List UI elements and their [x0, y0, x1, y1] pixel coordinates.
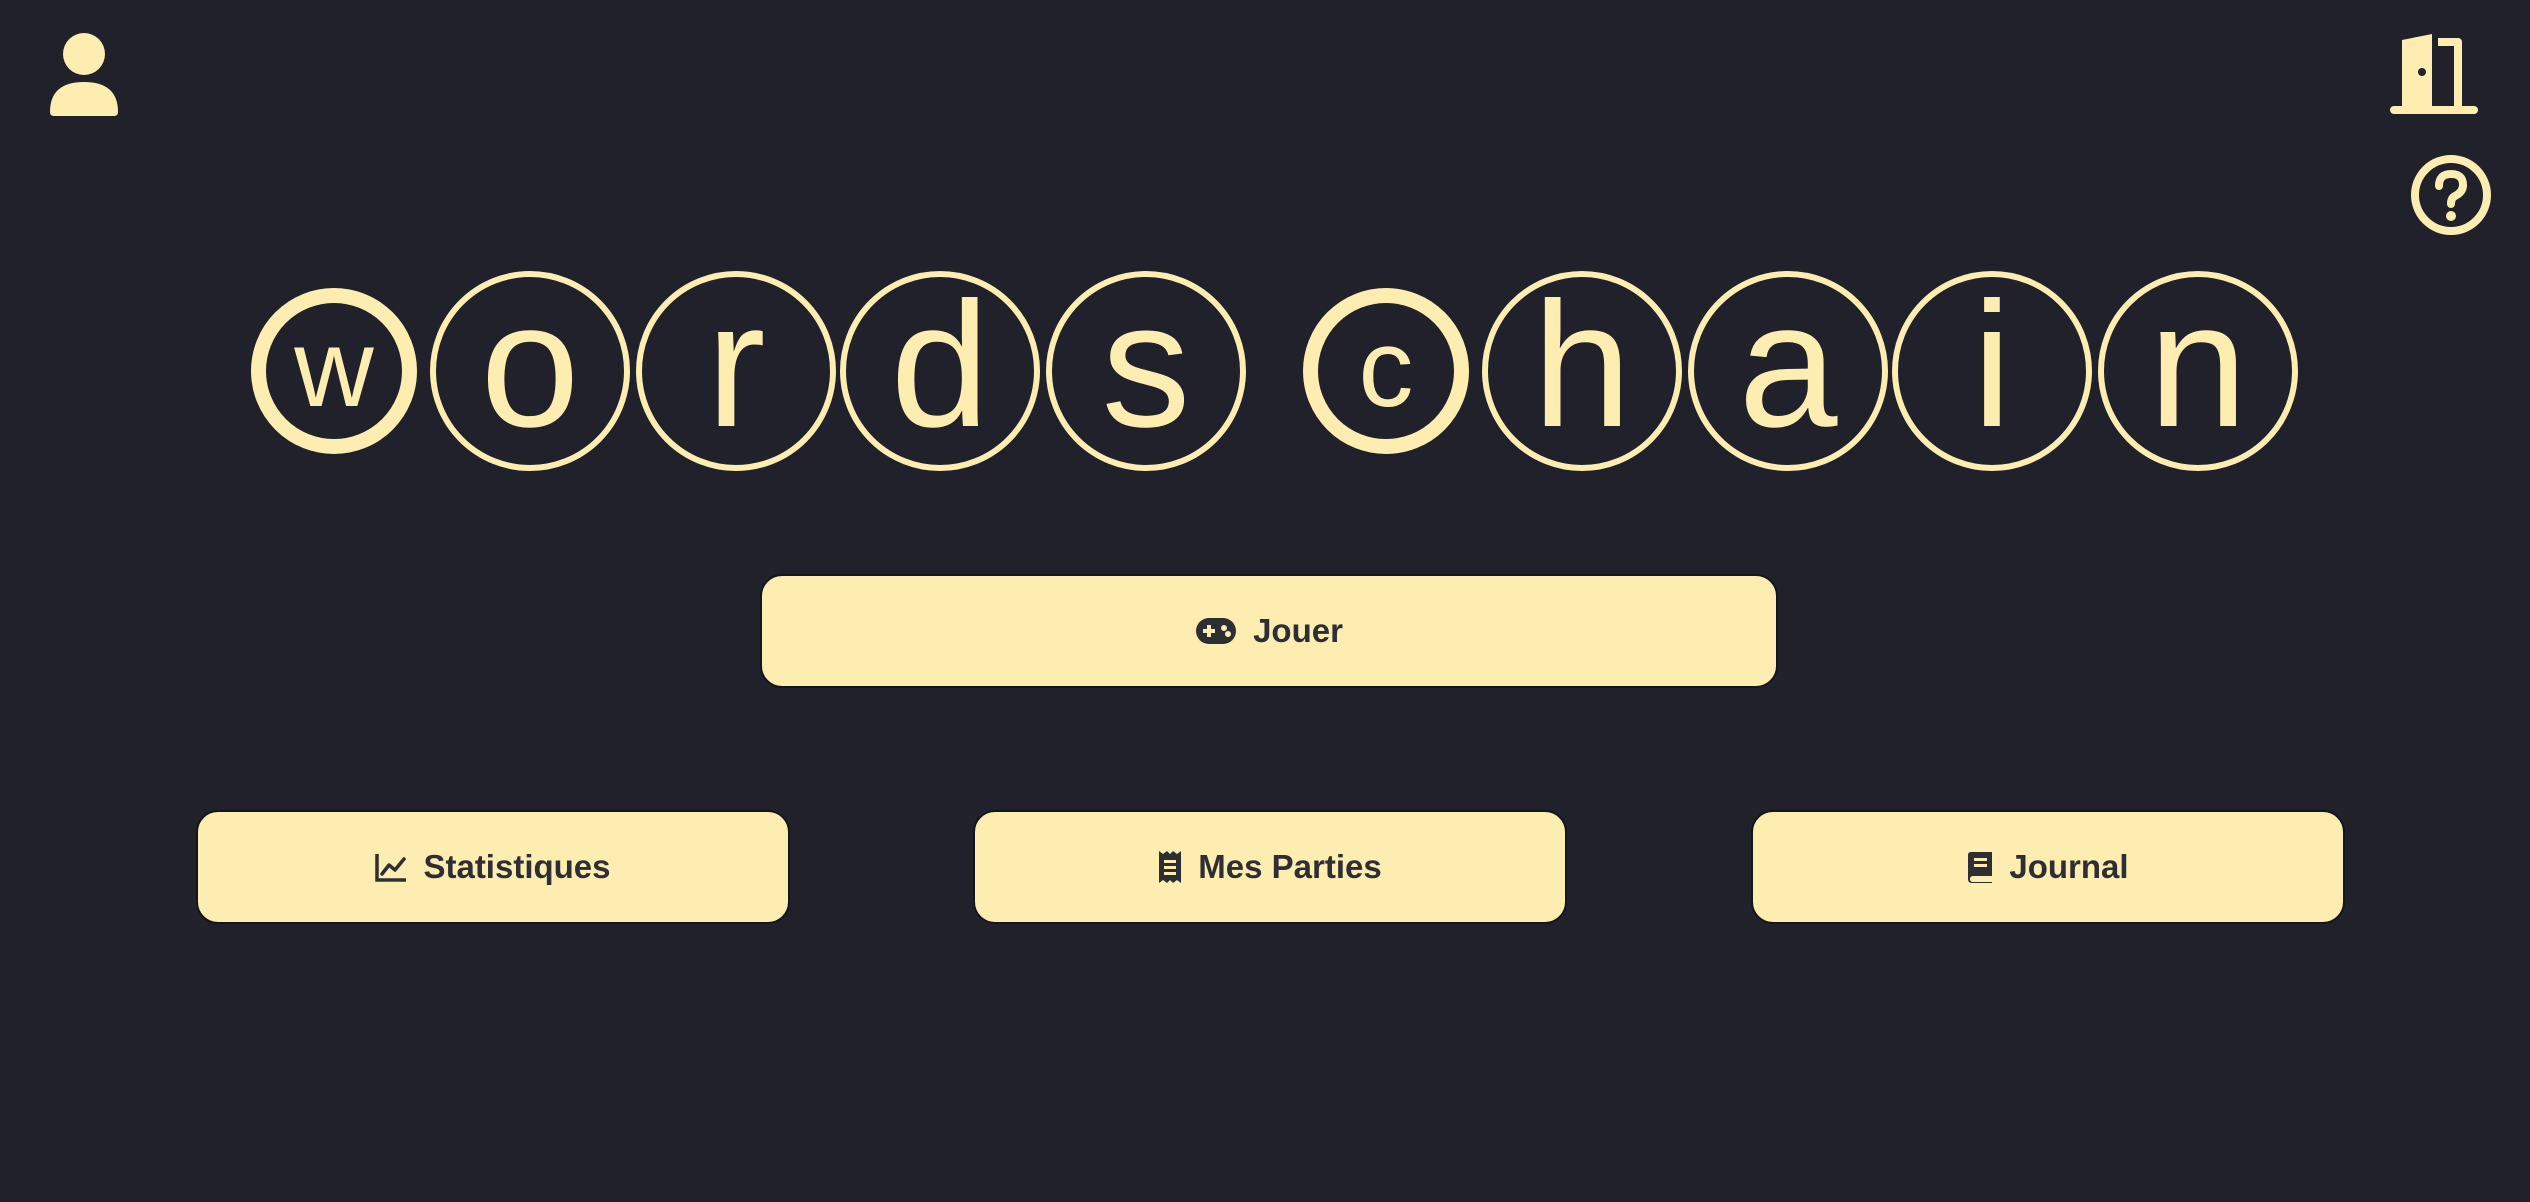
book-icon	[1967, 851, 1993, 883]
line-chart-icon	[375, 852, 407, 882]
play-button-label: Jouer	[1253, 612, 1343, 649]
title-letter: n	[2098, 271, 2298, 471]
receipt-icon	[1158, 850, 1182, 884]
gamepad-icon	[1195, 617, 1237, 645]
question-circle-icon[interactable]	[2410, 154, 2492, 236]
title-letter: i	[1892, 271, 2092, 471]
title-letter: d	[840, 271, 1040, 471]
journal-button[interactable]: Journal	[1751, 810, 2345, 924]
my-games-button-label: Mes Parties	[1198, 848, 1382, 885]
title-letter: s	[1046, 271, 1246, 471]
title-letter: o	[430, 271, 630, 471]
my-games-button[interactable]: Mes Parties	[973, 810, 1567, 924]
title-letter: h	[1482, 271, 1682, 471]
app-title: w o r d s c h a i n	[0, 266, 2530, 476]
title-letter: w	[251, 288, 417, 454]
title-letter: r	[636, 271, 836, 471]
title-letter: a	[1688, 271, 1888, 471]
statistics-button[interactable]: Statistiques	[196, 810, 790, 924]
statistics-button-label: Statistiques	[423, 848, 611, 885]
door-exit-icon[interactable]	[2388, 32, 2480, 116]
title-letter: c	[1303, 288, 1469, 454]
user-icon[interactable]	[48, 32, 120, 116]
journal-button-label: Journal	[2009, 848, 2129, 885]
play-button[interactable]: Jouer	[760, 574, 1778, 688]
